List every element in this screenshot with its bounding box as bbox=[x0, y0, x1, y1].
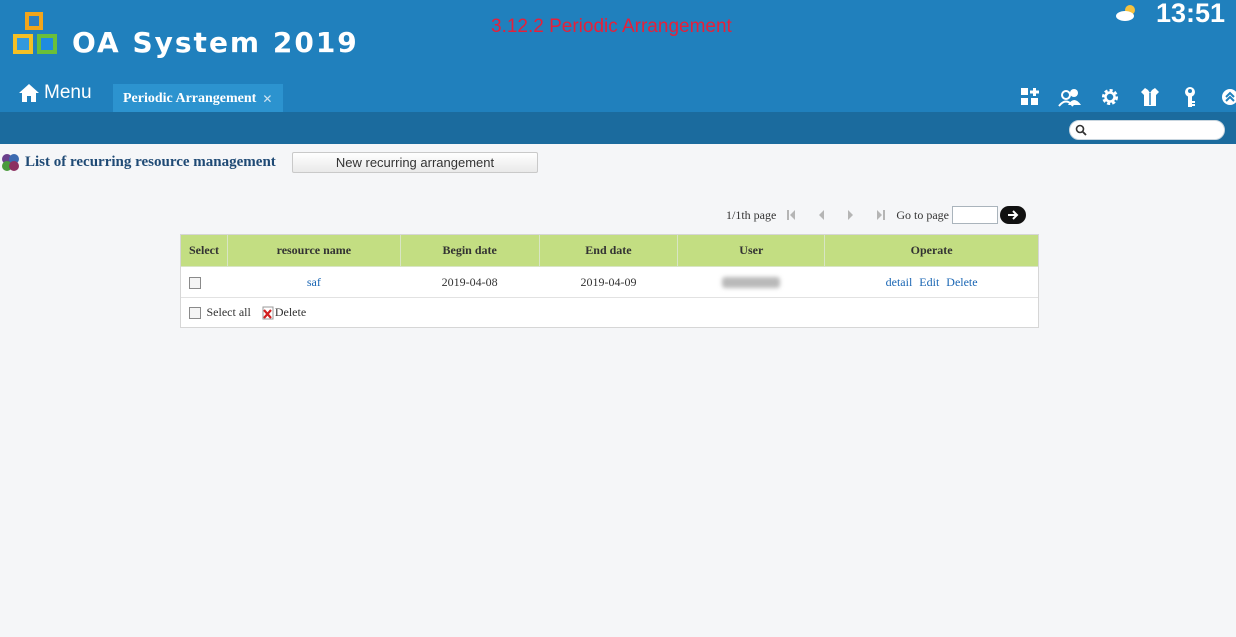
resource-name-cell: saf bbox=[227, 266, 401, 298]
arrow-right-icon bbox=[1007, 210, 1019, 220]
clock: 13:51 bbox=[1156, 0, 1226, 28]
users-icon bbox=[1058, 89, 1081, 107]
home-icon bbox=[19, 84, 39, 102]
recurring-resource-table: Select resource name Begin date End date… bbox=[180, 234, 1039, 328]
menu-button[interactable]: Menu bbox=[18, 82, 92, 104]
collapse-button[interactable] bbox=[1210, 84, 1236, 110]
page-info: 1/1th page bbox=[726, 207, 777, 222]
collapse-up-icon bbox=[1222, 89, 1236, 105]
column-header-operate: Operate bbox=[824, 234, 1039, 267]
blurred-user-name bbox=[722, 277, 781, 289]
apps-add-icon bbox=[1021, 88, 1039, 105]
edit-link[interactable]: Edit bbox=[919, 275, 939, 289]
tab-periodic-arrangement[interactable]: Periodic Arrangement ✕ bbox=[113, 84, 283, 114]
app-header: OA System 2019 3.12.2 Periodic Arrangeme… bbox=[0, 0, 1236, 114]
table-row: saf 2019-04-08 2019-04-09 detail Edit De… bbox=[180, 266, 1039, 298]
table-header-row: Select resource name Begin date End date… bbox=[180, 234, 1039, 267]
password-button[interactable] bbox=[1170, 84, 1210, 110]
search-input[interactable] bbox=[1090, 122, 1220, 138]
goto-label: Go to page bbox=[896, 207, 949, 222]
begin-date-cell: 2019-04-08 bbox=[400, 266, 540, 298]
end-date-cell: 2019-04-09 bbox=[539, 266, 678, 298]
prev-page-icon bbox=[819, 210, 825, 220]
app-logo-icon bbox=[13, 12, 57, 54]
menu-label: Menu bbox=[44, 82, 92, 103]
select-all-checkbox[interactable] bbox=[188, 306, 201, 319]
tab-label: Periodic Arrangement bbox=[123, 91, 257, 106]
select-all-label: Select all bbox=[206, 305, 251, 319]
theme-button[interactable] bbox=[1130, 84, 1170, 110]
next-page-button[interactable] bbox=[836, 209, 866, 221]
shirt-icon bbox=[1141, 88, 1159, 106]
user-cell bbox=[677, 266, 825, 298]
sub-bar bbox=[0, 112, 1236, 144]
row-select-cell bbox=[180, 266, 228, 298]
last-page-button[interactable] bbox=[866, 209, 896, 221]
table-footer-row: Select all Delete bbox=[180, 297, 1039, 328]
first-page-button[interactable] bbox=[776, 209, 806, 221]
gear-icon bbox=[1102, 89, 1118, 105]
operate-cell: detail Edit Delete bbox=[824, 266, 1039, 298]
column-header-resource-name: resource name bbox=[226, 234, 401, 267]
delete-link[interactable]: Delete bbox=[946, 275, 977, 289]
column-header-end-date: End date bbox=[538, 234, 679, 267]
resources-icon bbox=[2, 154, 19, 171]
column-header-begin-date: Begin date bbox=[399, 234, 540, 267]
new-recurring-arrangement-button[interactable]: New recurring arrangement bbox=[292, 152, 538, 173]
close-icon[interactable]: ✕ bbox=[262, 92, 272, 106]
row-checkbox[interactable] bbox=[188, 276, 201, 289]
first-page-icon bbox=[787, 210, 796, 220]
column-header-select: Select bbox=[180, 234, 228, 267]
list-header: List of recurring resource management bbox=[0, 152, 276, 172]
bulk-delete-label: Delete bbox=[274, 305, 307, 319]
bulk-delete-button[interactable]: Delete bbox=[261, 305, 306, 320]
key-icon bbox=[1185, 87, 1195, 107]
apps-add-button[interactable] bbox=[1010, 84, 1050, 110]
last-page-icon bbox=[877, 210, 886, 220]
app-title: OA System 2019 bbox=[72, 26, 359, 59]
partly-cloudy-icon bbox=[1116, 5, 1135, 21]
toolbar bbox=[1010, 84, 1236, 110]
pagination: 1/1th page Go to page bbox=[726, 206, 1026, 224]
next-page-icon bbox=[848, 210, 854, 220]
search-icon bbox=[1075, 124, 1087, 136]
resource-name-link[interactable]: saf bbox=[307, 275, 321, 289]
goto-page-input[interactable] bbox=[951, 206, 998, 224]
detail-link[interactable]: detail bbox=[886, 275, 913, 289]
table-footer-cell: Select all Delete bbox=[180, 297, 1039, 328]
goto-page-button[interactable] bbox=[999, 206, 1026, 224]
settings-button[interactable] bbox=[1090, 84, 1130, 110]
search-box[interactable] bbox=[1069, 120, 1225, 140]
users-button[interactable] bbox=[1050, 84, 1090, 110]
list-title: List of recurring resource management bbox=[25, 153, 276, 170]
column-header-user: User bbox=[677, 234, 826, 267]
prev-page-button[interactable] bbox=[806, 209, 836, 221]
delete-icon bbox=[262, 306, 274, 319]
page-caption: 3.12.2 Periodic Arrangement bbox=[491, 16, 732, 37]
